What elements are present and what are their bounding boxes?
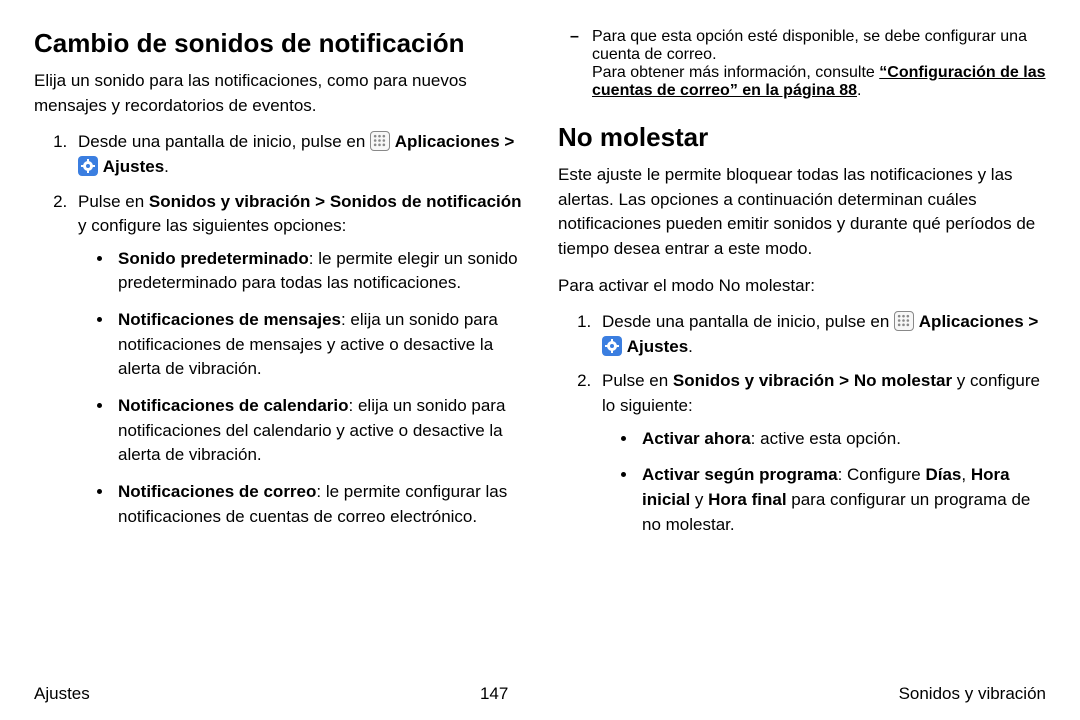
step-2: Pulse en Sonidos y vibración > Sonidos d… [72, 190, 522, 530]
apps-icon [370, 131, 390, 151]
option-item: Activar ahora: active esta opción. [638, 427, 1046, 452]
period: . [857, 82, 861, 99]
option-name: Notificaciones de mensajes [118, 310, 341, 329]
option-name: Activar ahora [642, 429, 751, 448]
option-desc: , [961, 465, 970, 484]
step-text: Desde una pantalla de inicio, pulse en [602, 312, 894, 331]
section-title: No molestar [558, 122, 1046, 153]
period: . [688, 337, 693, 356]
section-title: Cambio de sonidos de notificación [34, 28, 522, 59]
apps-label: Aplicaciones [919, 312, 1024, 331]
option-item: Notificaciones de correo: le permite con… [114, 480, 522, 529]
page-number: 147 [480, 684, 508, 704]
gear-icon [602, 336, 622, 356]
intro-paragraph: Elija un sonido para las notificaciones,… [34, 69, 522, 118]
step-text: Desde una pantalla de inicio, pulse en [78, 132, 370, 151]
page-footer: Ajustes 147 Sonidos y vibración [34, 678, 1046, 720]
steps-list: Desde una pantalla de inicio, pulse en A… [34, 130, 522, 529]
apps-label: Aplicaciones [395, 132, 500, 151]
breadcrumb-separator: > [1024, 312, 1039, 331]
menu-path: Sonidos y vibración [673, 371, 835, 390]
breadcrumb-separator: > [500, 132, 515, 151]
step-1: Desde una pantalla de inicio, pulse en A… [72, 130, 522, 179]
step-text: Pulse en [78, 192, 149, 211]
steps-list: Desde una pantalla de inicio, pulse en A… [558, 310, 1046, 537]
option-item: Notificaciones de calendario: elija un s… [114, 394, 522, 468]
option-desc: : Configure [838, 465, 926, 484]
breadcrumb-separator: > [310, 192, 329, 211]
intro-paragraph: Este ajuste le permite bloquear todas la… [558, 163, 1046, 262]
lead-paragraph: Para activar el modo No molestar: [558, 274, 1046, 299]
option-desc: : active esta opción. [751, 429, 901, 448]
period: . [164, 157, 169, 176]
menu-path: No molestar [854, 371, 952, 390]
menu-path: Sonidos y vibración [149, 192, 311, 211]
step-1: Desde una pantalla de inicio, pulse en A… [596, 310, 1046, 359]
menu-path: Sonidos de notificación [330, 192, 522, 211]
step-text: y configure las siguientes opciones: [78, 216, 346, 235]
footer-left: Ajustes [34, 684, 90, 704]
options-list: Sonido predeterminado: le permite elegir… [78, 247, 522, 529]
option-item: Activar según programa: Configure Días, … [638, 463, 1046, 537]
left-column: Cambio de sonidos de notificación Elija … [34, 28, 522, 678]
right-column: Para que esta opción esté disponible, se… [558, 28, 1046, 678]
note-text: Para obtener más información, consulte [592, 64, 879, 81]
option-name: Notificaciones de correo [118, 482, 316, 501]
footer-right: Sonidos y vibración [899, 684, 1046, 704]
options-list: Activar ahora: active esta opción. Activ… [602, 427, 1046, 538]
settings-label: Ajustes [103, 157, 164, 176]
option-name: Días [925, 465, 961, 484]
breadcrumb-separator: > [834, 371, 853, 390]
option-name: Hora final [708, 490, 786, 509]
option-name: Notificaciones de calendario [118, 396, 349, 415]
option-desc: y [690, 490, 708, 509]
step-text: Pulse en [602, 371, 673, 390]
note-text: Para que esta opción esté disponible, se… [592, 28, 1027, 63]
gear-icon [78, 156, 98, 176]
settings-label: Ajustes [627, 337, 688, 356]
note-item: Para que esta opción esté disponible, se… [558, 28, 1046, 100]
option-name: Sonido predeterminado [118, 249, 309, 268]
option-item: Notificaciones de mensajes: elija un son… [114, 308, 522, 382]
apps-icon [894, 311, 914, 331]
option-item: Sonido predeterminado: le permite elegir… [114, 247, 522, 296]
step-2: Pulse en Sonidos y vibración > No molest… [596, 369, 1046, 537]
option-name: Activar según programa [642, 465, 838, 484]
